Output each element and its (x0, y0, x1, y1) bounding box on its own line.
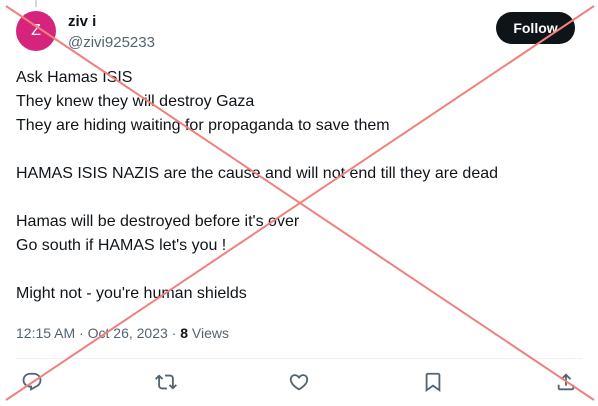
like-icon (289, 374, 309, 391)
tweet-text: Ask Hamas ISIS They knew they will destr… (16, 66, 576, 306)
tweet-meta: 12:15 AM · Oct 26, 2023 · 8 Views (16, 323, 229, 343)
share-button[interactable] (555, 371, 579, 395)
display-name[interactable]: ziv i (68, 12, 96, 32)
user-handle[interactable]: @zivi925233 (68, 33, 155, 53)
divider (16, 358, 582, 359)
tweet-line: They knew they will destroy Gaza (16, 93, 255, 110)
tweet-line: They are hiding waiting for propaganda t… (16, 117, 390, 134)
meta-separator: · (167, 325, 181, 341)
bookmark-icon (425, 372, 441, 393)
tweet-line: Ask Hamas ISIS (16, 69, 133, 86)
reply-icon (22, 372, 42, 391)
thread-connector (35, 0, 37, 7)
action-bar (0, 366, 598, 400)
retweet-button[interactable] (155, 371, 179, 395)
avatar-letter: Z (31, 22, 41, 39)
tweet-line: Might not - you're human shields (16, 285, 247, 302)
avatar[interactable]: Z (16, 11, 56, 51)
tweet-date[interactable]: Oct 26, 2023 (88, 325, 168, 341)
meta-separator: · (75, 325, 88, 341)
views-label: Views (191, 325, 230, 341)
like-button[interactable] (288, 371, 312, 395)
views-count: 8 (180, 325, 189, 341)
follow-button[interactable]: Follow (496, 12, 575, 44)
tweet-line: Hamas will be destroyed before it's over (16, 213, 300, 230)
tweet-time[interactable]: 12:15 AM (16, 325, 75, 341)
tweet-line: Go south if HAMAS let's you ! (16, 237, 227, 254)
tweet-line: HAMAS ISIS NAZIS are the cause and will … (16, 165, 499, 182)
retweet-icon (155, 374, 177, 390)
reply-button[interactable] (21, 371, 45, 395)
bookmark-button[interactable] (422, 371, 446, 395)
share-icon (557, 373, 575, 391)
